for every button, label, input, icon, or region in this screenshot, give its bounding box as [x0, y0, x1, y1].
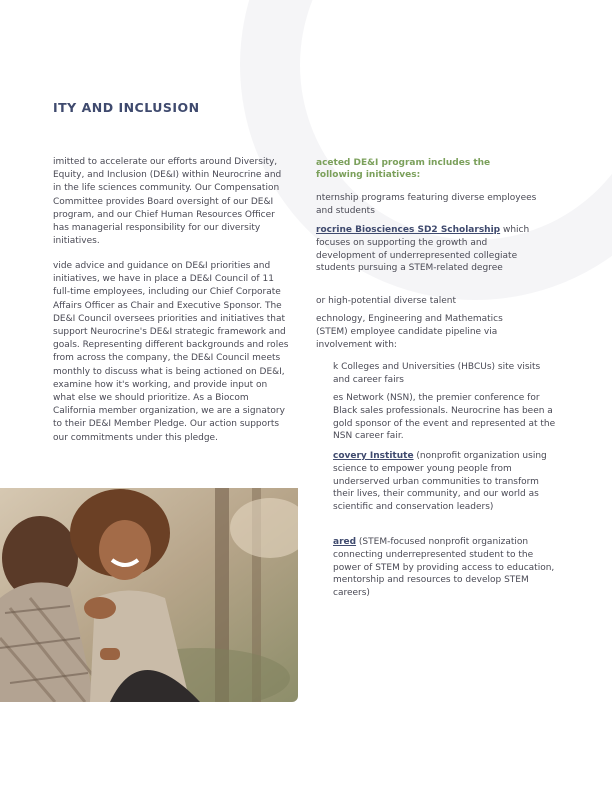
initiative-stem-nonprofit: ared (STEM-focused nonprofit organizatio…: [333, 536, 557, 600]
initiative-text: nternship programs featuring diverse emp…: [316, 193, 537, 216]
initiative-text: k Colleges and Universities (HBCUs) site…: [333, 362, 541, 385]
embracing-people-photo: [0, 488, 298, 702]
initiative-text: echnology, Engineering and Mathematics (…: [316, 314, 503, 350]
section-heading: ITY AND INCLUSION: [53, 100, 200, 115]
discovery-institute-link[interactable]: covery Institute: [333, 451, 414, 461]
council-details-paragraph: vide advice and guidance on DE&I priorit…: [53, 261, 289, 443]
scholarship-link[interactable]: rocrine Biosciences SD2 Scholarship: [316, 225, 500, 235]
initiative-internships: nternship programs featuring diverse emp…: [316, 192, 552, 218]
initiative-discovery-institute: covery Institute (nonprofit organization…: [333, 450, 550, 514]
initiative-talent: or high-potential diverse talent: [316, 295, 544, 308]
council-intro-paragraph: imitted to accelerate our efforts around…: [53, 157, 282, 247]
initiative-scholarship: rocrine Biosciences SD2 Scholarship whic…: [316, 224, 542, 275]
initiative-nsn: es Network (NSN), the premier conference…: [333, 392, 561, 443]
stem-nonprofit-link[interactable]: ared: [333, 537, 356, 547]
initiative-stem-pipeline: echnology, Engineering and Mathematics (…: [316, 313, 532, 351]
report-page: ITY AND INCLUSION imitted to accelerate …: [0, 0, 612, 792]
initiatives-intro: aceted DE&I program includes the followi…: [316, 158, 491, 180]
initiative-hbcu: k Colleges and Universities (HBCUs) site…: [333, 361, 545, 387]
initiative-text: es Network (NSN), the premier conference…: [333, 393, 556, 442]
initiative-text: (STEM-focused nonprofit organization con…: [333, 537, 555, 599]
initiative-text: or high-potential diverse talent: [316, 296, 457, 306]
